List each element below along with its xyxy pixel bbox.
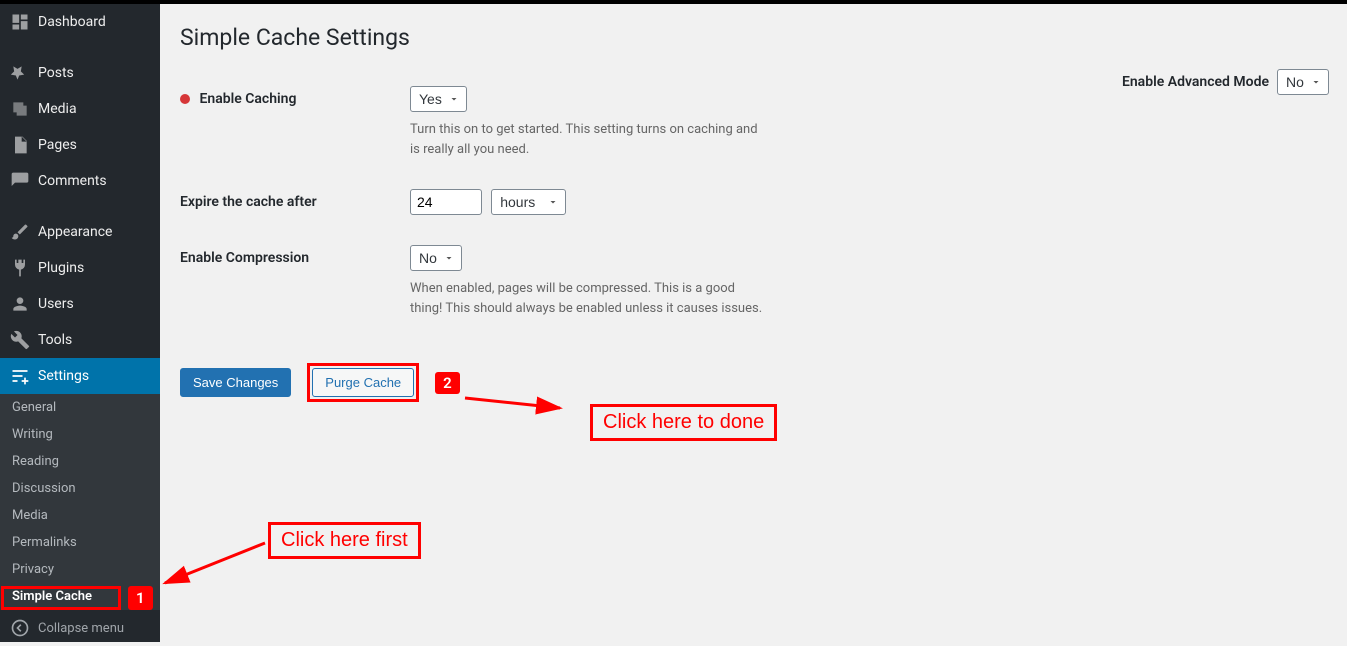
expire-value-input[interactable] xyxy=(410,189,482,215)
sidebar-item-tools[interactable]: Tools xyxy=(0,322,160,358)
plugin-icon xyxy=(10,258,30,278)
pin-icon xyxy=(10,63,30,83)
sidebar-item-settings[interactable]: Settings xyxy=(0,358,160,394)
brush-icon xyxy=(10,222,30,242)
sidebar-item-label: Plugins xyxy=(38,260,84,276)
page-icon xyxy=(10,135,30,155)
buttons-row: Save Changes Purge Cache 2 xyxy=(180,363,1327,402)
annotation-text-1: Click here first xyxy=(268,522,421,559)
save-changes-button[interactable]: Save Changes xyxy=(180,368,291,397)
enable-caching-select[interactable]: Yes xyxy=(410,86,467,112)
submenu-item-media[interactable]: Media xyxy=(0,502,160,529)
advanced-mode-select[interactable]: No xyxy=(1277,69,1329,95)
sidebar-item-appearance[interactable]: Appearance xyxy=(0,214,160,250)
annotation-text-2: Click here to done xyxy=(590,404,777,441)
compression-label: Enable Compression xyxy=(180,250,309,266)
submenu-item-general[interactable]: General xyxy=(0,394,160,421)
advanced-mode-row: Enable Advanced Mode No xyxy=(1122,69,1329,95)
sidebar-item-label: Users xyxy=(38,296,74,312)
submenu-item-label: Simple Cache xyxy=(12,589,92,604)
annotation-badge-2: 2 xyxy=(435,372,460,394)
sidebar-item-pages[interactable]: Pages xyxy=(0,127,160,163)
purge-cache-button[interactable]: Purge Cache xyxy=(312,368,414,397)
sidebar-item-posts[interactable]: Posts xyxy=(0,55,160,91)
enable-caching-desc: Turn this on to get started. This settin… xyxy=(410,120,770,159)
expire-unit-select[interactable]: hours xyxy=(491,189,566,215)
sidebar-item-label: Pages xyxy=(38,137,77,153)
sliders-icon xyxy=(10,366,30,386)
user-icon xyxy=(10,294,30,314)
sidebar-item-label: Media xyxy=(38,101,77,117)
settings-submenu: General Writing Reading Discussion Media… xyxy=(0,394,160,610)
submenu-item-privacy[interactable]: Privacy xyxy=(0,556,160,583)
content-area: Simple Cache Settings Enable Advanced Mo… xyxy=(160,4,1347,422)
collapse-menu-button[interactable]: Collapse menu xyxy=(0,610,160,646)
sidebar-item-label: Dashboard xyxy=(38,14,106,30)
sidebar-item-label: Comments xyxy=(38,173,107,189)
compression-desc: When enabled, pages will be compressed. … xyxy=(410,279,770,318)
sidebar-item-label: Settings xyxy=(38,368,89,384)
advanced-mode-label: Enable Advanced Mode xyxy=(1122,74,1269,90)
annotation-box-purge: Purge Cache xyxy=(307,363,419,402)
media-icon xyxy=(10,99,30,119)
sidebar-item-label: Posts xyxy=(38,65,74,81)
enable-caching-label: Enable Caching xyxy=(199,91,296,107)
sidebar-item-users[interactable]: Users xyxy=(0,286,160,322)
admin-sidebar: Dashboard Posts Media Pages Comments App… xyxy=(0,4,160,642)
collapse-icon xyxy=(10,618,30,638)
expire-label: Expire the cache after xyxy=(180,194,317,210)
annotation-badge-1: 1 xyxy=(128,586,153,610)
annotation-arrow-1 xyxy=(155,538,275,598)
dashboard-icon xyxy=(10,12,30,32)
comment-icon xyxy=(10,171,30,191)
sidebar-item-comments[interactable]: Comments xyxy=(0,163,160,199)
form-table: Enable Caching Yes Turn this on to get s… xyxy=(180,71,1327,333)
submenu-item-writing[interactable]: Writing xyxy=(0,421,160,448)
wrench-icon xyxy=(10,330,30,350)
sidebar-item-label: Tools xyxy=(38,332,72,348)
submenu-item-reading[interactable]: Reading xyxy=(0,448,160,475)
sidebar-item-media[interactable]: Media xyxy=(0,91,160,127)
submenu-item-permalinks[interactable]: Permalinks xyxy=(0,529,160,556)
collapse-label: Collapse menu xyxy=(38,621,124,636)
status-dot-icon xyxy=(180,94,190,104)
sidebar-item-dashboard[interactable]: Dashboard xyxy=(0,4,160,40)
sidebar-item-label: Appearance xyxy=(38,224,112,240)
compression-select[interactable]: No xyxy=(410,245,462,271)
sidebar-item-plugins[interactable]: Plugins xyxy=(0,250,160,286)
page-title: Simple Cache Settings xyxy=(180,24,1327,51)
submenu-item-discussion[interactable]: Discussion xyxy=(0,475,160,502)
